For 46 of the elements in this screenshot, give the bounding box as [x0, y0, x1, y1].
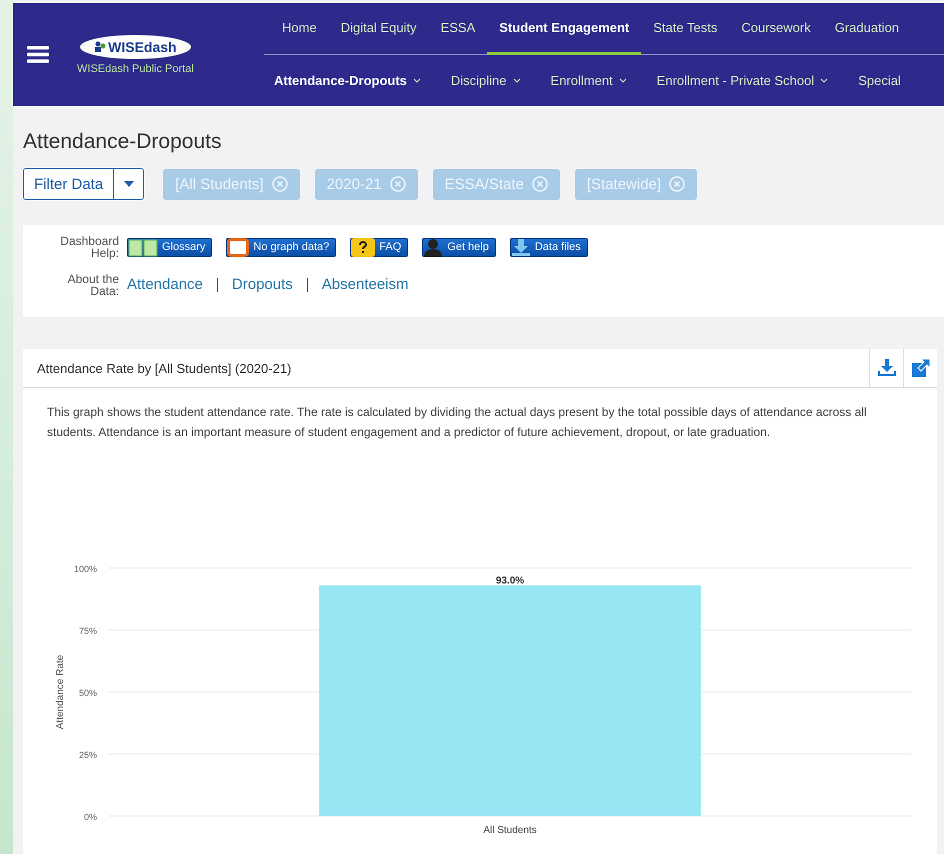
about-link[interactable]: Attendance: [127, 276, 203, 293]
about-label: Data:: [90, 285, 119, 297]
axis-tick-label: 75%: [78, 626, 97, 636]
download-icon: [510, 238, 531, 256]
page-title: Attendance-Dropouts: [23, 130, 222, 154]
external-link-icon: [912, 359, 930, 377]
help-button[interactable]: Get help: [422, 238, 496, 256]
about-link[interactable]: Absenteeism: [322, 276, 408, 293]
caret-icon: [124, 181, 134, 187]
person-icon: [423, 238, 444, 256]
nav-tab[interactable]: Digital Equity: [328, 3, 429, 55]
axis-title: Attendance Rate: [55, 654, 66, 730]
subnav-menu[interactable]: Enrollment: [550, 73, 627, 88]
nav-tab[interactable]: ESSA: [428, 3, 488, 55]
axis-tick-label: 25%: [78, 750, 97, 760]
help-button[interactable]: No graph data?: [226, 238, 336, 256]
about-link[interactable]: Dropouts: [232, 276, 293, 293]
nav-tab[interactable]: Student Engagement: [487, 3, 642, 55]
about-label: About the: [68, 273, 119, 285]
axis-tick-label: 50%: [78, 688, 97, 698]
nav-tab[interactable]: Home: [270, 3, 329, 55]
logo[interactable]: WISEdash: [80, 34, 191, 58]
nav-tab[interactable]: State Tests: [641, 3, 730, 55]
question-icon: [351, 238, 376, 256]
book-icon: [128, 238, 158, 256]
subnav-menu[interactable]: Discipline: [450, 73, 521, 88]
subnav-menu[interactable]: Special: [858, 73, 901, 88]
data-label: 93.0%: [496, 575, 524, 586]
download-icon: [876, 359, 896, 377]
description: This graph shows the student attendance rate. The rate is calculated by dividing the actual days present by the total possible days of attendance across all students. Attendance is an important measure of student engagement and a predictor of future achievement, dropout, or late graduation.: [47, 404, 868, 441]
axis-tick-label: 100%: [74, 564, 97, 574]
subnav-menu[interactable]: Attendance-Dropouts: [274, 73, 421, 88]
menu-icon[interactable]: [27, 46, 49, 63]
square-icon: [227, 238, 250, 256]
help-button[interactable]: FAQ: [350, 238, 408, 256]
nav-tab[interactable]: Coursework: [729, 3, 823, 55]
nav-tab[interactable]: Graduation: [822, 3, 912, 55]
subnav-menu[interactable]: Enrollment - Private School: [656, 73, 828, 88]
help-label: Help:: [90, 247, 119, 259]
axis-tick-label: 0%: [84, 812, 97, 822]
help-label: Dashboard: [60, 235, 119, 247]
help-button[interactable]: Glossary: [127, 238, 212, 256]
help-button[interactable]: Data files: [510, 238, 588, 256]
card-title: Attendance Rate by [All Students] (2020-21): [36, 360, 292, 376]
category-label: All Students: [483, 825, 537, 836]
portal-name: WISEdash Public Portal: [77, 62, 194, 74]
